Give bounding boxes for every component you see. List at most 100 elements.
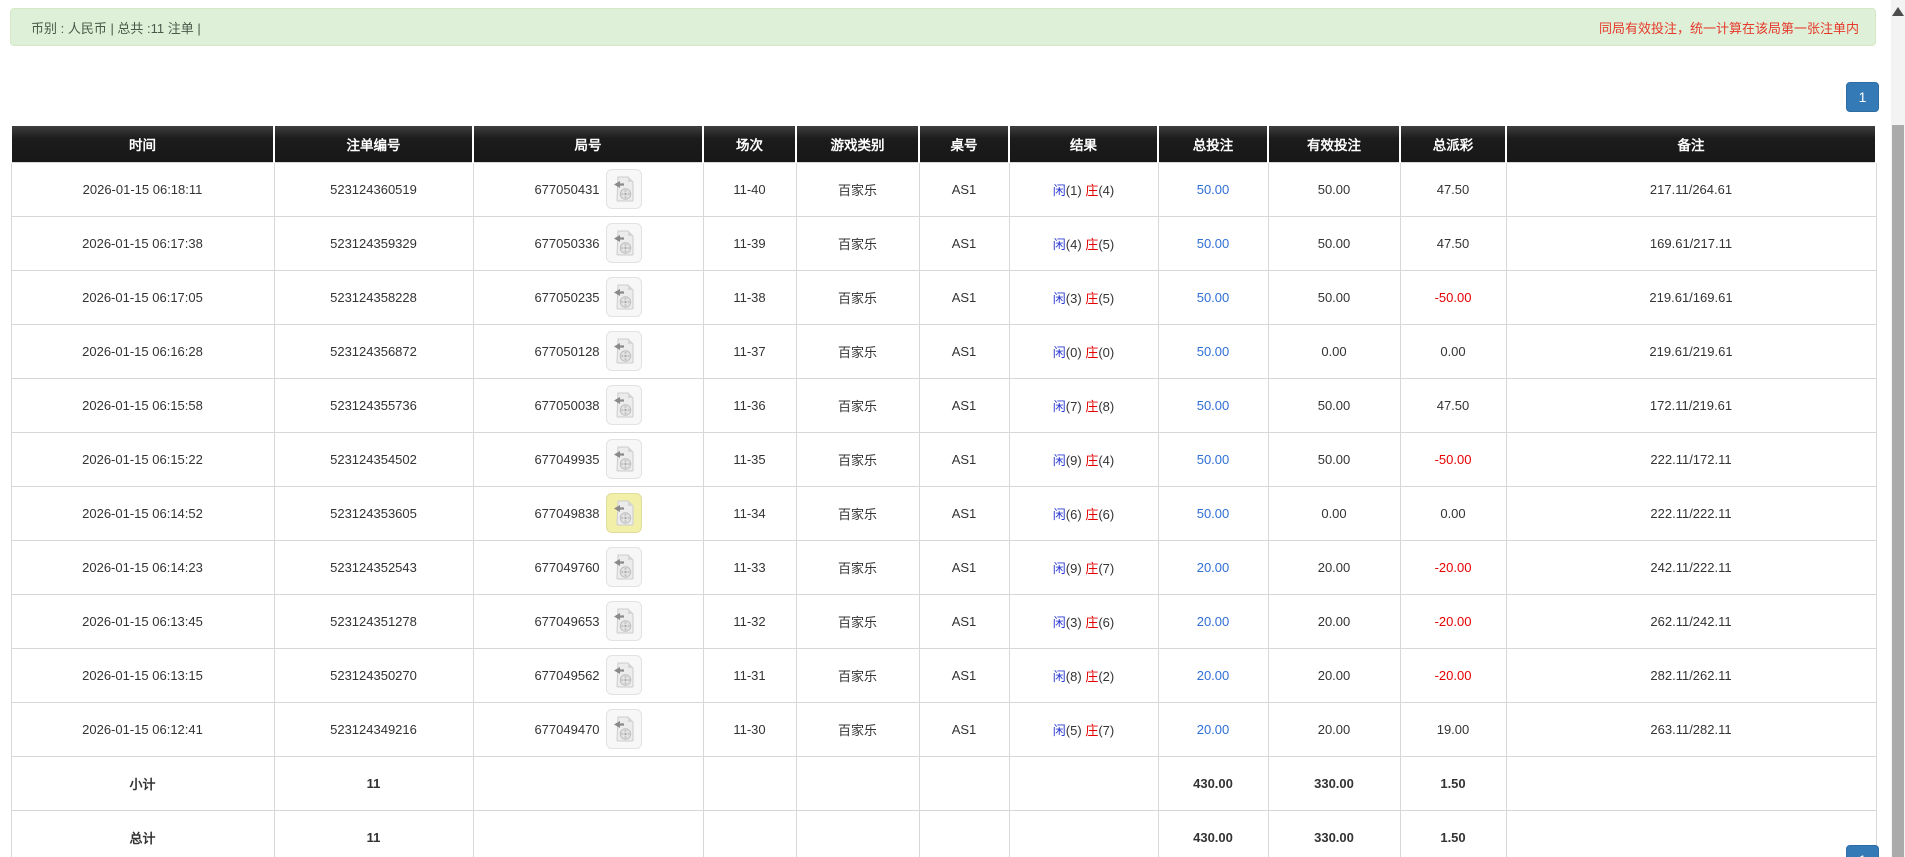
total-bet-link[interactable]: 20.00	[1197, 614, 1230, 629]
bet-time: 2026-01-15 06:14:52	[82, 505, 203, 521]
bet-row[interactable]: 2026-01-15 06:15:58 523124355736 677050038…	[10, 377, 1877, 433]
total-bet-link[interactable]: 50.00	[1197, 236, 1230, 251]
cell-valid-bet: 20.00	[1267, 701, 1401, 757]
round-id: 677049838	[534, 505, 600, 521]
video-replay-button[interactable]	[605, 493, 642, 533]
video-replay-button[interactable]	[605, 169, 642, 209]
column-header-10: 备注	[1505, 126, 1877, 162]
remark-balance: 219.61/219.61	[1649, 343, 1733, 359]
valid-bet-amount: 50.00	[1317, 181, 1351, 197]
cell-time: 2026-01-15 06:13:15	[10, 647, 275, 703]
result-player-label: 闲	[1052, 506, 1066, 522]
total-bet-link[interactable]: 20.00	[1197, 668, 1230, 683]
video-replay-button[interactable]	[605, 601, 642, 641]
vertical-scrollbar[interactable]	[1891, 0, 1905, 857]
result-banker-value: (2)	[1098, 668, 1115, 684]
cell-result: 闲(3) 庄(5)	[1008, 269, 1159, 325]
cell-session: 11-33	[702, 539, 797, 595]
cell-game-type: 百家乐	[795, 161, 920, 217]
total-bet-link[interactable]: 20.00	[1197, 722, 1230, 737]
result-player-value: (9)	[1065, 452, 1082, 468]
bet-row[interactable]: 2026-01-15 06:15:22 523124354502 677049935…	[10, 431, 1877, 487]
total-bet-link[interactable]: 50.00	[1197, 452, 1230, 467]
result-banker-value: (8)	[1098, 398, 1115, 414]
remark-balance: 262.11/242.11	[1650, 613, 1732, 629]
bet-row[interactable]: 2026-01-15 06:13:15 523124350270 677049562…	[10, 647, 1877, 703]
table-number: AS1	[951, 397, 977, 413]
cell-result: 闲(5) 庄(7)	[1008, 701, 1159, 757]
result-player-value: (0)	[1065, 344, 1082, 360]
bet-row[interactable]: 2026-01-15 06:14:23 523124352543 677049760…	[10, 539, 1877, 595]
total-cell-2	[472, 809, 704, 857]
video-replay-button[interactable]	[605, 655, 642, 695]
result-player-label: 闲	[1052, 182, 1066, 198]
cell-time: 2026-01-15 06:16:28	[10, 323, 275, 379]
cell-game-type: 百家乐	[795, 323, 920, 379]
bet-row[interactable]: 2026-01-15 06:16:28 523124356872 677050128…	[10, 323, 1877, 379]
payout-amount: 0.00	[1440, 343, 1466, 359]
cell-total-bet: 20.00	[1157, 539, 1269, 595]
round-id: 677049760	[534, 559, 600, 575]
video-replay-button[interactable]	[605, 331, 642, 371]
page-1-button-bottom[interactable]: 1	[1846, 845, 1879, 857]
video-replay-button[interactable]	[605, 709, 642, 749]
cell-session: 11-32	[702, 593, 797, 649]
column-header-1: 注单编号	[273, 126, 474, 162]
valid-bet-amount: 50.00	[1317, 451, 1351, 467]
video-replay-button[interactable]	[605, 439, 642, 479]
cell-session: 11-36	[702, 377, 797, 433]
video-replay-button[interactable]	[605, 223, 642, 263]
total-bet-link[interactable]: 50.00	[1197, 182, 1230, 197]
total-bet-link[interactable]: 50.00	[1197, 506, 1230, 521]
cell-round: 677050336	[472, 215, 704, 271]
total-cell-7: 430.00	[1157, 809, 1269, 857]
result-player-label: 闲	[1052, 290, 1066, 306]
video-replay-button[interactable]	[605, 547, 642, 587]
cell-session: 11-37	[702, 323, 797, 379]
remark-balance: 242.11/222.11	[1650, 559, 1732, 575]
result-player-label: 闲	[1052, 560, 1066, 576]
round-cell-content: 677049562	[534, 655, 642, 695]
total-bet-link[interactable]: 50.00	[1197, 398, 1230, 413]
scrollbar-thumb[interactable]	[1892, 125, 1904, 857]
same-round-notice-text: 同局有效投注，统一计算在该局第一张注单内	[1598, 20, 1859, 36]
valid-bet-amount: 20.00	[1317, 613, 1351, 629]
session-number: 11-39	[733, 235, 766, 251]
column-header-7: 总投注	[1157, 126, 1269, 162]
total-bet-link[interactable]: 50.00	[1197, 290, 1230, 305]
cell-session: 11-35	[702, 431, 797, 487]
total-cell-4	[795, 809, 920, 857]
remark-balance: 217.11/264.61	[1649, 181, 1733, 197]
game-type: 百家乐	[837, 722, 877, 738]
total-bet-link[interactable]: 20.00	[1197, 560, 1230, 575]
page-1-button[interactable]: 1	[1846, 82, 1879, 112]
bet-id: 523124353605	[330, 505, 417, 521]
bet-time: 2026-01-15 06:15:58	[82, 397, 203, 413]
scroll-up-arrow-icon[interactable]	[1892, 7, 1904, 16]
cell-valid-bet: 0.00	[1267, 485, 1401, 541]
round-cell-content: 677050235	[534, 277, 642, 317]
bet-row[interactable]: 2026-01-15 06:17:38 523124359329 677050336…	[10, 215, 1877, 271]
video-replay-icon	[613, 176, 634, 202]
cell-game-type: 百家乐	[795, 269, 920, 325]
cell-bet-id: 523124358228	[273, 269, 474, 325]
video-replay-icon	[613, 716, 634, 742]
bet-row[interactable]: 2026-01-15 06:14:52 523124353605 677049838…	[10, 485, 1877, 541]
cell-game-type: 百家乐	[795, 215, 920, 271]
video-replay-button[interactable]	[605, 277, 642, 317]
total-bet-link[interactable]: 50.00	[1197, 344, 1230, 359]
payout-amount: 47.50	[1436, 181, 1470, 197]
total-cell-9: 1.50	[1399, 809, 1507, 857]
cell-round: 677050038	[472, 377, 704, 433]
game-type: 百家乐	[837, 182, 877, 198]
video-replay-button[interactable]	[605, 385, 642, 425]
remark-balance: 219.61/169.61	[1649, 289, 1733, 305]
cell-bet-id: 523124355736	[273, 377, 474, 433]
result-banker-value: (0)	[1098, 344, 1115, 360]
bet-row[interactable]: 2026-01-15 06:18:11 523124360519 677050431…	[10, 161, 1877, 217]
bet-row[interactable]: 2026-01-15 06:13:45 523124351278 677049653…	[10, 593, 1877, 649]
bet-row[interactable]: 2026-01-15 06:12:41 523124349216 677049470…	[10, 701, 1877, 757]
bet-row[interactable]: 2026-01-15 06:17:05 523124358228 677050235…	[10, 269, 1877, 325]
table-number: AS1	[951, 181, 977, 197]
cell-time: 2026-01-15 06:18:11	[10, 161, 275, 217]
